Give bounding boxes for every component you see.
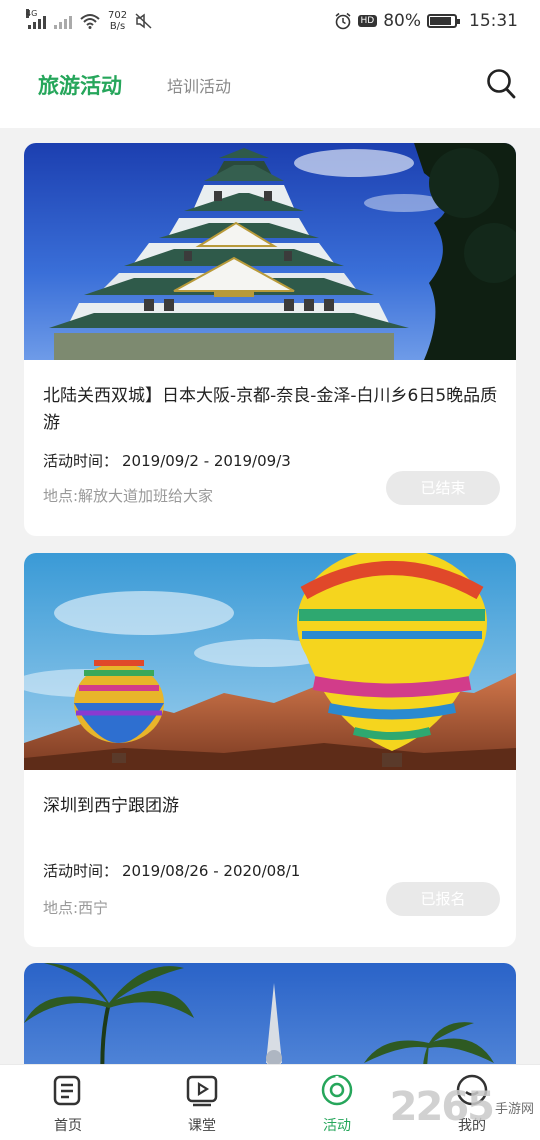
speed-value: 702	[108, 10, 128, 21]
video-play-icon	[186, 1075, 218, 1107]
top-tab-bar: 旅游活动 培训活动	[0, 44, 540, 128]
activity-image-balloons	[24, 553, 516, 770]
status-right: HD 80% 15:31	[334, 11, 518, 31]
search-icon[interactable]	[486, 68, 516, 100]
nav-home[interactable]: 首页	[28, 1073, 108, 1135]
activity-time-value: 2019/08/26 - 2020/08/1	[122, 862, 301, 880]
activity-time-label: 活动时间：	[43, 452, 119, 470]
activity-place: 地点:解放大道加班给大家	[43, 487, 214, 505]
speed-unit: B/s	[109, 21, 126, 32]
mute-icon	[135, 13, 152, 29]
cellular-signal-2-icon	[54, 13, 72, 29]
home-icon	[53, 1075, 81, 1106]
activity-card[interactable]: 北陆关西双城】日本大阪-京都-奈良-金泽-白川乡6日5晚品质游 活动时间： 201…	[24, 143, 516, 536]
watermark: 2265 手游网	[390, 1084, 534, 1130]
activity-title: 深圳到西宁跟团游	[43, 796, 179, 816]
activity-time: 活动时间： 2019/08/26 - 2020/08/1	[43, 860, 300, 881]
wifi-icon	[80, 14, 100, 29]
activity-title: 北陆关西双城】日本大阪-京都-奈良-金泽-白川乡6日5晚品质游	[43, 386, 498, 433]
activity-time: 活动时间： 2019/09/2 - 2019/09/3	[43, 450, 291, 471]
nav-home-label: 首页	[54, 1118, 82, 1134]
activity-place: 地点:西宁	[43, 899, 109, 917]
network-speed: 702 B/s	[108, 10, 127, 32]
battery-percent: 80%	[383, 11, 421, 31]
nav-activity-label: 活动	[323, 1118, 351, 1134]
nav-classroom[interactable]: 课堂	[162, 1073, 242, 1135]
activity-image-castle	[24, 143, 516, 360]
battery-icon	[427, 14, 460, 28]
clock: 15:31	[469, 11, 518, 31]
tab-training-activities[interactable]: 培训活动	[167, 73, 231, 97]
status-badge-ended[interactable]: 已结束	[386, 471, 500, 505]
watermark-text: 手游网	[494, 1101, 534, 1117]
watermark-number: 2265	[389, 1084, 495, 1130]
activity-time-value: 2019/09/2 - 2019/09/3	[122, 452, 291, 470]
status-badge-registered[interactable]: 已报名	[386, 882, 500, 916]
cellular-signal-icon: 4G	[26, 9, 46, 29]
status-left: 4G 702 B/s	[26, 9, 153, 32]
status-bar: 4G 702 B/s HD 80% 15:31	[0, 0, 540, 44]
activity-card[interactable]: 深圳到西宁跟团游 活动时间： 2019/08/26 - 2020/08/1 地点:…	[24, 553, 516, 947]
hd-badge: HD	[357, 15, 378, 27]
nav-activity[interactable]: 活动	[297, 1073, 377, 1135]
alarm-icon	[335, 12, 350, 30]
activity-icon	[321, 1074, 353, 1106]
activity-time-label: 活动时间：	[43, 862, 119, 880]
tab-travel-activities[interactable]: 旅游活动	[38, 70, 122, 100]
nav-classroom-label: 课堂	[188, 1118, 216, 1134]
